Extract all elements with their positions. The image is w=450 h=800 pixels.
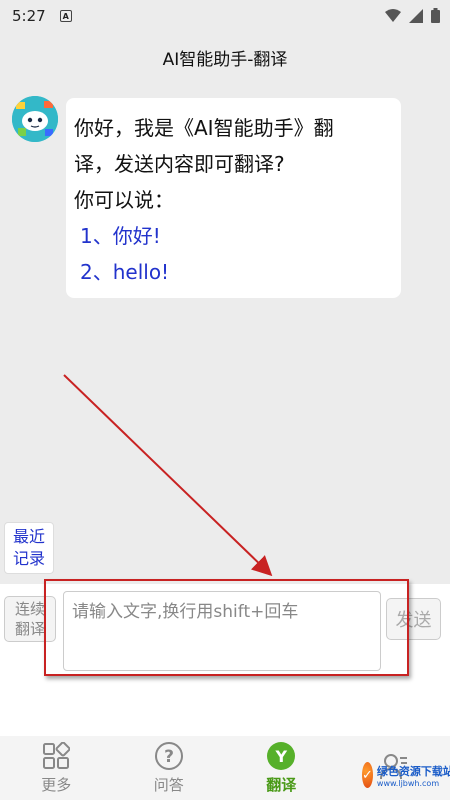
message-line: 你好，我是《AI智能助手》翻 [74, 116, 334, 140]
watermark: ✓ 绿色资源下载站 www.ljbwh.com [362, 754, 450, 796]
example-phrase-link[interactable]: 1、你好! [74, 218, 393, 254]
watermark-url: www.ljbwh.com [376, 778, 440, 788]
translate-icon: Y [267, 742, 296, 770]
input-area: 连续 翻译 发送 [0, 579, 450, 736]
watermark-title: 绿色资源下载站 [376, 764, 450, 778]
nav-label: 问答 [153, 776, 184, 794]
continuous-translate-label: 翻译 [14, 620, 45, 638]
send-button[interactable]: 发送 [386, 598, 441, 640]
question-icon: ? [154, 742, 183, 770]
bot-avatar [12, 96, 58, 142]
bot-message-bubble: 你好，我是《AI智能助手》翻 译，发送内容即可翻译? 你可以说： 1、你好! 2… [66, 98, 401, 298]
signal-icon [409, 8, 423, 23]
status-bar: 5:27 A [0, 0, 450, 32]
continuous-translate-label: 连续 [14, 600, 45, 618]
message-input[interactable] [63, 591, 381, 671]
chat-area: 你好，我是《AI智能助手》翻 译，发送内容即可翻译? 你可以说： 1、你好! 2… [0, 82, 450, 584]
message-line: 你可以说： [74, 188, 174, 212]
wifi-icon [385, 8, 401, 22]
status-icons [385, 8, 440, 23]
status-time: 5:27 [12, 7, 46, 25]
recent-records-label: 最近 [12, 527, 45, 546]
continuous-translate-button[interactable]: 连续 翻译 [4, 596, 56, 642]
example-phrase-link[interactable]: 2、hello! [74, 254, 393, 290]
nav-item-qa[interactable]: ? 问答 [113, 736, 226, 800]
battery-icon [431, 8, 440, 23]
message-line: 译，发送内容即可翻译? [74, 152, 285, 176]
page-title: AI智能助手-翻译 [162, 49, 288, 70]
title-bar: AI智能助手-翻译 [0, 32, 450, 82]
nav-label: 翻译 [266, 776, 297, 794]
notification-icon: A [59, 10, 72, 22]
svg-text:?: ? [164, 747, 174, 767]
nav-label: 更多 [41, 776, 72, 794]
watermark-logo-icon: ✓ [362, 762, 373, 788]
recent-records-label: 记录 [12, 549, 45, 568]
recent-records-button[interactable]: 最近 记录 [4, 522, 54, 574]
nav-item-translate[interactable]: Y 翻译 [225, 736, 338, 800]
nav-item-more[interactable]: 更多 [0, 736, 113, 800]
grid-icon [43, 742, 71, 769]
